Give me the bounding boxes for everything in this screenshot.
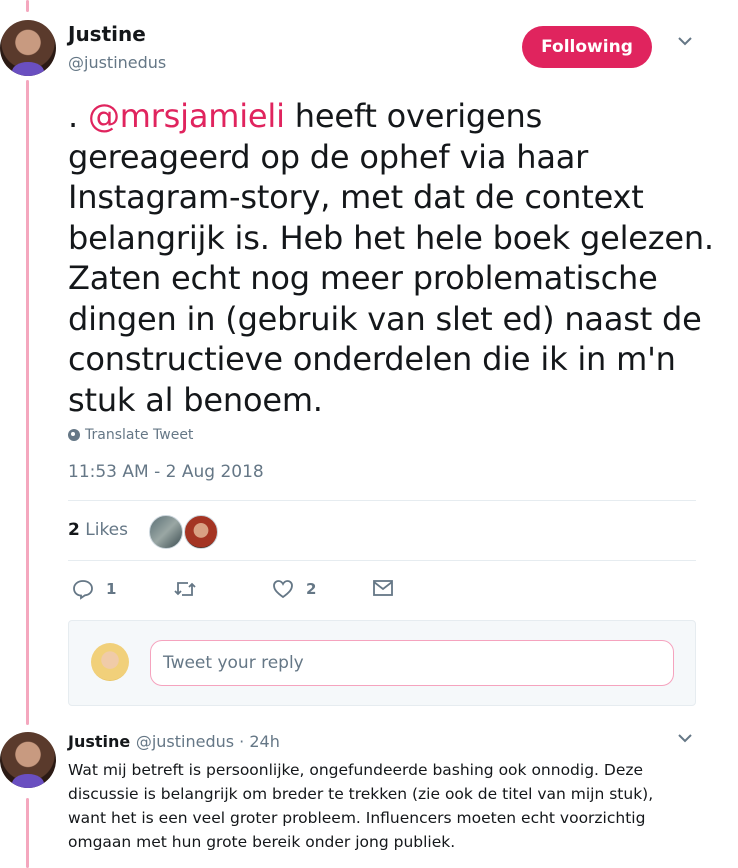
envelope-icon: [372, 578, 394, 598]
avatar[interactable]: [0, 732, 56, 788]
thread-line: [26, 80, 29, 725]
timestamp[interactable]: 11:53 AM - 2 Aug 2018: [68, 462, 264, 482]
author-name[interactable]: Justine: [68, 22, 146, 46]
retweet-icon: [173, 578, 197, 600]
reply-button[interactable]: 1: [72, 578, 116, 600]
direct-message-button[interactable]: [372, 578, 394, 598]
mention-link[interactable]: @mrsjamieli: [88, 97, 285, 135]
author-handle[interactable]: @justinedus: [68, 53, 166, 72]
translate-label: Translate Tweet: [85, 427, 194, 443]
retweet-button[interactable]: [173, 578, 197, 600]
following-button[interactable]: Following: [522, 26, 652, 68]
reply-author-name[interactable]: Justine: [68, 732, 130, 751]
reply-count: 1: [106, 580, 117, 598]
reply-tweet-text: Wat mij betreft is persoonlijke, ongefun…: [68, 761, 654, 851]
heart-icon: [272, 578, 294, 600]
liker-avatar[interactable]: [184, 515, 218, 549]
thread-line: [26, 798, 29, 868]
like-count: 2: [306, 580, 317, 598]
avatar[interactable]: [0, 20, 56, 76]
globe-icon: [68, 429, 80, 441]
reply-composer: Tweet your reply: [68, 620, 696, 706]
reply-tweet-header: Justine @justinedus · 24h: [68, 732, 280, 751]
divider: [68, 500, 696, 501]
reply-separator: ·: [234, 732, 250, 751]
reply-author-handle[interactable]: @justinedus: [136, 732, 234, 751]
reply-time[interactable]: 24h: [249, 732, 280, 751]
avatar: [91, 643, 129, 681]
translate-tweet-link[interactable]: Translate Tweet: [68, 427, 193, 443]
tweet-text-body: heeft overigens gereageerd op de ophef v…: [68, 97, 714, 419]
chevron-down-icon[interactable]: [677, 36, 693, 46]
tweet-text-prefix: .: [68, 97, 88, 135]
reply-input[interactable]: Tweet your reply: [150, 640, 674, 686]
like-button[interactable]: 2: [272, 578, 316, 600]
thread-line: [26, 0, 29, 12]
divider: [68, 560, 696, 561]
likes-label: Likes: [85, 520, 128, 540]
likes-number: 2: [68, 520, 80, 540]
tweet-text: . @mrsjamieli heeft overigens gereageerd…: [68, 96, 718, 420]
chevron-down-icon[interactable]: [677, 733, 693, 743]
likes-count[interactable]: 2 Likes: [68, 520, 128, 540]
reply-icon: [72, 578, 94, 600]
liker-avatar[interactable]: [149, 515, 183, 549]
